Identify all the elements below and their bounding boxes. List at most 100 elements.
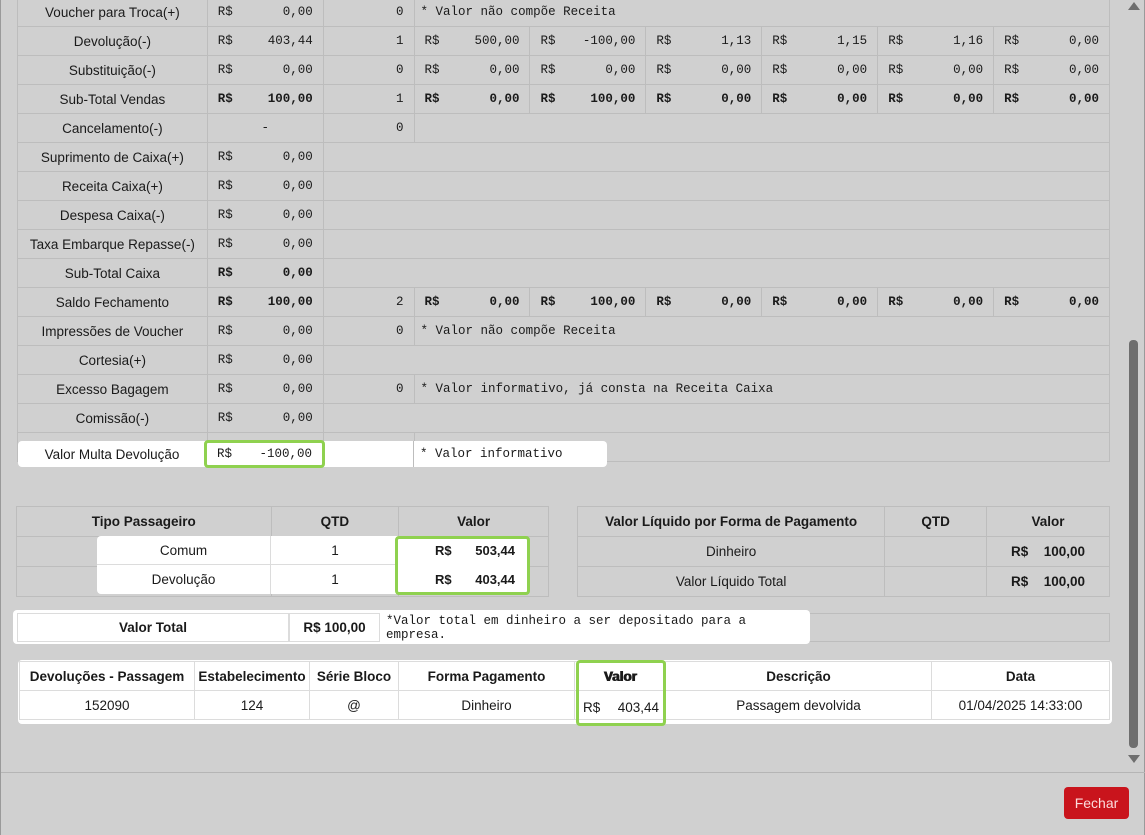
summary-sub-value: R$ 0,00 [877, 287, 995, 317]
summary-sub-value: R$ 100,00 [529, 84, 647, 114]
sub-amount: R$ 0,00 [994, 34, 1109, 48]
summary-qtd: 0 [322, 55, 415, 85]
header-valor-liquido: Valor Líquido por Forma de Pagamento [576, 506, 886, 537]
summary-qtd: 1 [322, 84, 415, 114]
summary-label: Receita Caixa(+) [17, 171, 208, 201]
currency-symbol: R$ [772, 63, 788, 77]
summary-total-value: R$ 0,00 [208, 237, 323, 251]
summary-sub-value: R$ 500,00 [413, 26, 531, 56]
summary-sub-value: R$ 0,00 [993, 26, 1110, 56]
scroll-down-arrow-icon[interactable] [1128, 755, 1140, 763]
summary-total: R$ 0,00 [206, 345, 324, 375]
summary-sub-value: R$ 0,00 [645, 84, 763, 114]
amount: 1,15 [837, 34, 868, 48]
currency-symbol: R$ [217, 324, 233, 338]
summary-label: Cortesia(+) [17, 345, 208, 375]
devolucao-passagem: 152090 [19, 690, 195, 720]
summary-label: Despesa Caixa(-) [17, 200, 208, 230]
currency-symbol: R$ [656, 34, 672, 48]
summary-row: Taxa Embarque Repasse(-) R$ 0,00 [17, 229, 1111, 259]
summary-qtd: 0 [322, 0, 415, 27]
summary-total-value: R$ 0,00 [208, 150, 323, 164]
summary-label: Substituição(-) [17, 55, 208, 85]
summary-sub-value: R$ 0,00 [761, 55, 879, 85]
header-tipo-passageiro: Tipo Passageiro [16, 506, 272, 537]
devolucao-serie: @ [309, 690, 399, 720]
summary-note: * Valor não compõe Receita [413, 0, 1111, 27]
header-estabelecimento: Estabelecimento [194, 661, 310, 691]
amount: 0,00 [489, 63, 520, 77]
summary-empty [322, 171, 1111, 201]
currency-symbol: R$ [424, 63, 440, 77]
currency-symbol: R$ [888, 34, 904, 48]
amount: 0,00 [489, 295, 520, 309]
summary-label: Cancelamento(-) [17, 113, 208, 143]
currency-symbol: R$ [540, 295, 556, 309]
summary-row: Devolução(-) R$ 403,44 1 R$ 500,00 R$ -100,00 R$… [17, 26, 1110, 56]
summary-total: R$ 100,00 [206, 287, 324, 317]
amount: -100,00 [582, 34, 636, 48]
summary-sub-value: R$ 0,00 [993, 55, 1110, 85]
amount: 0,00 [282, 382, 313, 396]
summary-sub-value: R$ 0,00 [761, 287, 879, 317]
payment-forma-total: Valor Líquido Total [576, 566, 886, 597]
summary-sub-value: R$ 0,00 [413, 84, 531, 114]
summary-label: Taxa Embarque Repasse(-) [17, 229, 208, 259]
summary-label: Excesso Bagagem [17, 374, 208, 404]
amount: 0,00 [721, 295, 752, 309]
scroll-thumb[interactable] [1129, 340, 1138, 748]
summary-sub-value: R$ 1,16 [877, 26, 995, 56]
amount: 0,00 [282, 324, 313, 338]
sub-amount: R$ 0,00 [762, 295, 877, 309]
passenger-tipo-comum: Comum [97, 536, 271, 565]
summary-total: R$ 0,00 [206, 171, 324, 201]
summary-sub-value: R$ 1,15 [761, 26, 879, 56]
fechar-button[interactable]: Fechar [1064, 787, 1129, 819]
header-qtd: QTD [270, 506, 400, 537]
amount: 100,00 [267, 295, 313, 309]
summary-row: Sub-Total Caixa R$ 0,00 [17, 258, 1111, 288]
summary-row: Despesa Caixa(-) R$ 0,00 [17, 200, 1111, 230]
amount: 100,00 [267, 92, 313, 106]
amount: 1,13 [721, 34, 752, 48]
devolucao-forma: Dinheiro [398, 690, 575, 720]
vertical-scrollbar[interactable] [1126, 0, 1142, 772]
summary-total-value: R$ 0,00 [208, 411, 323, 425]
payment-valor-dinheiro: R$ 100,00 [986, 536, 1110, 567]
summary-qtd: 2 [322, 287, 415, 317]
summary-total-value: R$ 0,00 [208, 5, 323, 19]
footer-divider [1, 772, 1145, 773]
sub-amount: R$ 0,00 [415, 63, 530, 77]
currency-symbol: R$ [656, 92, 672, 106]
sub-amount: R$ -100,00 [530, 34, 645, 48]
amount: 0,00 [282, 179, 313, 193]
currency-symbol: R$ [217, 208, 233, 222]
summary-sub-value: R$ 0,00 [877, 84, 995, 114]
highlight-devolucao-valor: Valor R$ 403,44 [576, 660, 666, 726]
currency-symbol: R$ [540, 92, 556, 106]
amount: 0,00 [1068, 295, 1099, 309]
sub-amount: R$ 0,00 [762, 92, 877, 106]
amount: 0,00 [1068, 63, 1099, 77]
summary-sub-value: R$ 0,00 [529, 55, 647, 85]
currency-symbol: R$ [217, 63, 233, 77]
currency-symbol: R$ [217, 34, 233, 48]
summary-total: R$ 0,00 [206, 258, 324, 288]
scroll-up-arrow-icon[interactable] [1128, 2, 1140, 10]
amount: 0,00 [282, 411, 313, 425]
currency-symbol: R$ [217, 266, 233, 280]
passenger-qtd-comum: 1 [271, 536, 399, 565]
currency-symbol: R$ [772, 34, 788, 48]
payment-qtd-dinheiro [884, 536, 988, 567]
summary-empty [322, 142, 1111, 172]
report-content: Voucher para Troca(+) R$ 0,00 0 * Valor não … [1, 0, 1125, 772]
passenger-tipo-devolucao: Devolução [97, 565, 271, 594]
summary-row: Comissão(-) R$ 0,00 [17, 403, 1111, 433]
sub-amount: R$ 0,00 [415, 92, 530, 106]
currency-symbol: R$ [888, 295, 904, 309]
summary-empty [322, 200, 1111, 230]
sub-amount: R$ 0,00 [530, 63, 645, 77]
summary-qtd: 0 [322, 316, 415, 346]
summary-qtd: 1 [322, 26, 415, 56]
summary-row: Substituição(-) R$ 0,00 0 R$ 0,00 R$ 0,00 R$ 0,00… [17, 55, 1110, 85]
